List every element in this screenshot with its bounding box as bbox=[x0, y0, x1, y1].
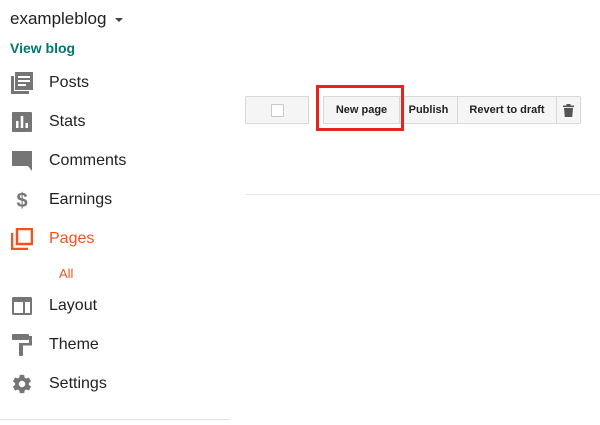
sidebar-item-label: Pages bbox=[49, 230, 95, 247]
sidebar-item-label: Earnings bbox=[49, 191, 113, 208]
sidebar-item-posts[interactable]: Posts bbox=[0, 66, 230, 100]
sidebar-item-theme[interactable]: Theme bbox=[0, 328, 230, 362]
trash-icon bbox=[563, 103, 574, 117]
sidebar-item-settings[interactable]: Settings bbox=[0, 367, 230, 401]
pages-toolbar: New page Publish Revert to draft bbox=[245, 96, 581, 124]
publish-button[interactable]: Publish bbox=[400, 96, 458, 124]
revert-to-draft-button[interactable]: Revert to draft bbox=[458, 96, 557, 124]
gear-icon bbox=[10, 372, 34, 396]
view-blog-link[interactable]: View blog bbox=[10, 40, 75, 56]
sidebar-item-label: Stats bbox=[49, 113, 86, 130]
blog-switcher[interactable]: exampleblog bbox=[10, 9, 124, 29]
paint-roller-icon bbox=[10, 333, 34, 357]
new-page-button[interactable]: New page bbox=[323, 96, 400, 124]
sidebar-item-label: Settings bbox=[49, 375, 107, 392]
sidebar-divider bbox=[0, 419, 230, 420]
sidebar-item-stats[interactable]: Stats bbox=[0, 105, 230, 139]
posts-icon bbox=[10, 71, 34, 95]
sidebar-item-pages[interactable]: Pages bbox=[0, 222, 230, 256]
sidebar-item-label: Theme bbox=[49, 336, 99, 353]
sidebar-item-earnings[interactable]: $ Earnings bbox=[0, 183, 230, 217]
layout-icon bbox=[10, 294, 34, 318]
sidebar-item-label: Posts bbox=[49, 74, 90, 91]
svg-text:$: $ bbox=[16, 190, 27, 212]
blog-name: exampleblog bbox=[10, 9, 107, 28]
dollar-icon: $ bbox=[10, 188, 34, 212]
blogger-dashboard: exampleblog View blog Posts Stats Commen… bbox=[0, 0, 600, 425]
sidebar-item-label: Comments bbox=[49, 152, 127, 169]
stats-icon bbox=[10, 110, 34, 134]
content-divider bbox=[245, 194, 600, 195]
delete-button[interactable] bbox=[557, 96, 581, 124]
sidebar-item-label: Layout bbox=[49, 297, 98, 314]
select-all-checkbox[interactable] bbox=[270, 103, 284, 117]
select-all-checkbox-button[interactable] bbox=[245, 96, 309, 124]
comments-icon bbox=[10, 149, 34, 173]
pages-icon bbox=[10, 227, 34, 251]
sidebar-item-layout[interactable]: Layout bbox=[0, 289, 230, 323]
sidebar-item-comments[interactable]: Comments bbox=[0, 144, 230, 178]
sidebar-subitem-all-pages[interactable]: All bbox=[59, 266, 73, 281]
caret-down-icon bbox=[115, 17, 124, 22]
